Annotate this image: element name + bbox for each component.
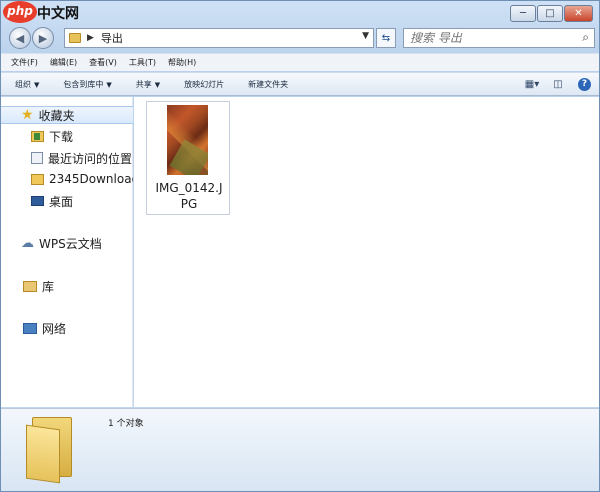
refresh-button[interactable]: ⇆	[376, 28, 396, 48]
window-controls: ─ □ ✕	[509, 5, 593, 22]
back-button[interactable]: ◀	[9, 27, 31, 49]
sidebar-item-label: 下载	[49, 129, 74, 144]
sidebar-item-favorites[interactable]: ★ 收藏夹	[1, 106, 133, 124]
menu-file[interactable]: 文件(F)	[11, 57, 38, 68]
chevron-down-icon: ▼	[106, 80, 112, 89]
chevron-right-icon[interactable]: ▶	[87, 33, 94, 43]
menu-edit[interactable]: 编辑(E)	[50, 57, 77, 68]
organize-button[interactable]: 组织 ▼	[15, 79, 39, 90]
recent-places-icon	[31, 152, 43, 164]
share-button[interactable]: 共享 ▼	[136, 79, 160, 90]
menu-tools[interactable]: 工具(T)	[129, 57, 156, 68]
menu-bar: 文件(F) 编辑(E) 查看(V) 工具(T) 帮助(H)	[1, 53, 599, 71]
file-name-line: PG	[180, 197, 198, 211]
search-box[interactable]: ⌕	[403, 28, 595, 48]
sidebar-item-libraries[interactable]: 库	[1, 277, 133, 295]
menu-help[interactable]: 帮助(H)	[168, 57, 196, 68]
details-pane: 1 个对象	[1, 408, 599, 491]
item-count: 1 个对象	[108, 419, 144, 429]
sidebar-item-downloads[interactable]: 下载	[1, 127, 133, 145]
title-bar: php 中文网 ─ □ ✕	[1, 1, 599, 25]
logo-php-text: php	[3, 1, 37, 23]
file-item[interactable]: IMG_0142.J PG	[146, 101, 230, 215]
menu-view[interactable]: 查看(V)	[89, 57, 117, 68]
logo-cn-text: 中文网	[37, 6, 79, 22]
file-name-line: IMG_0142.J	[155, 181, 223, 195]
network-icon	[23, 322, 37, 334]
sidebar-item-wps-cloud[interactable]: ☁ WPS云文档	[1, 234, 133, 252]
include-library-label: 包含到库中	[63, 79, 104, 89]
close-button[interactable]: ✕	[564, 5, 593, 22]
address-bar[interactable]: ▶ 导出 ▼	[64, 28, 374, 48]
view-controls: ▦▾ ◫ ?	[514, 77, 591, 91]
file-name: IMG_0142.J PG	[147, 180, 231, 212]
jpg-thumbnail-icon	[167, 105, 208, 175]
sidebar-item-label: WPS云文档	[39, 236, 102, 251]
forward-button[interactable]: ▶	[32, 27, 54, 49]
desktop-icon	[31, 196, 44, 206]
slideshow-button[interactable]: 放映幻灯片	[184, 79, 224, 90]
folder-icon	[31, 173, 44, 185]
file-list: IMG_0142.J PG	[134, 97, 599, 407]
breadcrumb-export[interactable]: 导出	[101, 30, 123, 46]
sidebar-item-2345downloads[interactable]: 2345Downloads	[1, 170, 133, 188]
sidebar-item-label: 桌面	[49, 194, 74, 209]
include-library-button[interactable]: 包含到库中 ▼	[63, 79, 111, 90]
sidebar-item-network[interactable]: 网络	[1, 319, 133, 337]
preview-pane-icon[interactable]: ◫	[550, 77, 566, 91]
new-folder-button[interactable]: 新建文件夹	[248, 79, 288, 90]
sidebar-item-desktop[interactable]: 桌面	[1, 192, 133, 210]
sidebar-item-label: 最近访问的位置	[48, 151, 133, 166]
search-input[interactable]	[410, 30, 576, 46]
folder-icon	[26, 417, 76, 484]
search-icon[interactable]: ⌕	[582, 30, 589, 45]
organize-label: 组织	[15, 79, 31, 89]
maximize-button[interactable]: □	[537, 5, 563, 22]
command-bar: 组织 ▼ 包含到库中 ▼ 共享 ▼ 放映幻灯片 新建文件夹 ▦▾ ◫ ?	[1, 72, 599, 96]
navigation-pane: ★ 收藏夹 下载 最近访问的位置 2345Downloads 桌面 ☁ WPS云…	[1, 97, 133, 407]
explorer-window: php 中文网 ─ □ ✕ ◀ ▶ ▶ 导出 ▼ ⇆ ⌕ 文件(F) 编辑(E)…	[0, 0, 600, 492]
folder-icon	[69, 33, 81, 43]
chevron-down-icon: ▼	[34, 80, 40, 89]
chevron-down-icon[interactable]: ▼	[362, 31, 369, 41]
navigation-bar: ◀ ▶ ▶ 导出 ▼ ⇆ ⌕	[1, 25, 599, 51]
share-label: 共享	[135, 79, 152, 89]
sidebar-item-label: 库	[42, 279, 55, 294]
star-icon: ★	[21, 107, 34, 123]
downloads-folder-icon	[31, 130, 44, 142]
sidebar-item-recent[interactable]: 最近访问的位置	[1, 149, 133, 167]
chevron-down-icon: ▼	[154, 80, 161, 89]
library-icon	[23, 280, 37, 292]
help-icon[interactable]: ?	[578, 77, 591, 91]
sidebar-item-label: 网络	[42, 321, 67, 336]
cloud-icon: ☁	[21, 235, 34, 251]
sidebar-item-label: 2345Downloads	[49, 172, 133, 186]
sidebar-item-label: 收藏夹	[38, 108, 75, 123]
view-options-icon[interactable]: ▦▾	[524, 77, 540, 91]
site-logo: php 中文网	[3, 1, 81, 23]
minimize-button[interactable]: ─	[510, 5, 536, 22]
